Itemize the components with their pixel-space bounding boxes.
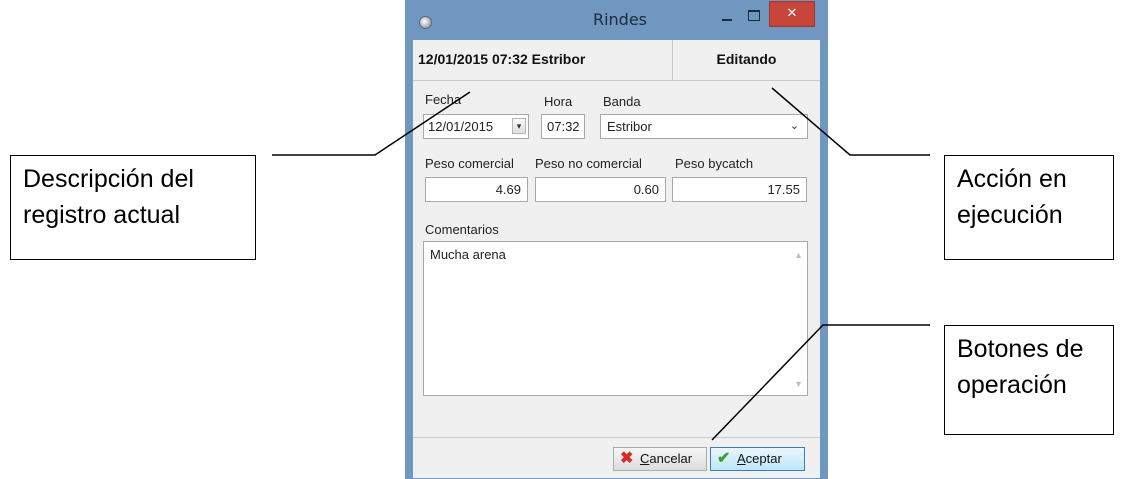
leader-descripcion bbox=[272, 91, 471, 156]
leader-botones bbox=[711, 324, 930, 441]
callout-leader-lines bbox=[272, 87, 930, 441]
leader-accion bbox=[771, 87, 930, 156]
